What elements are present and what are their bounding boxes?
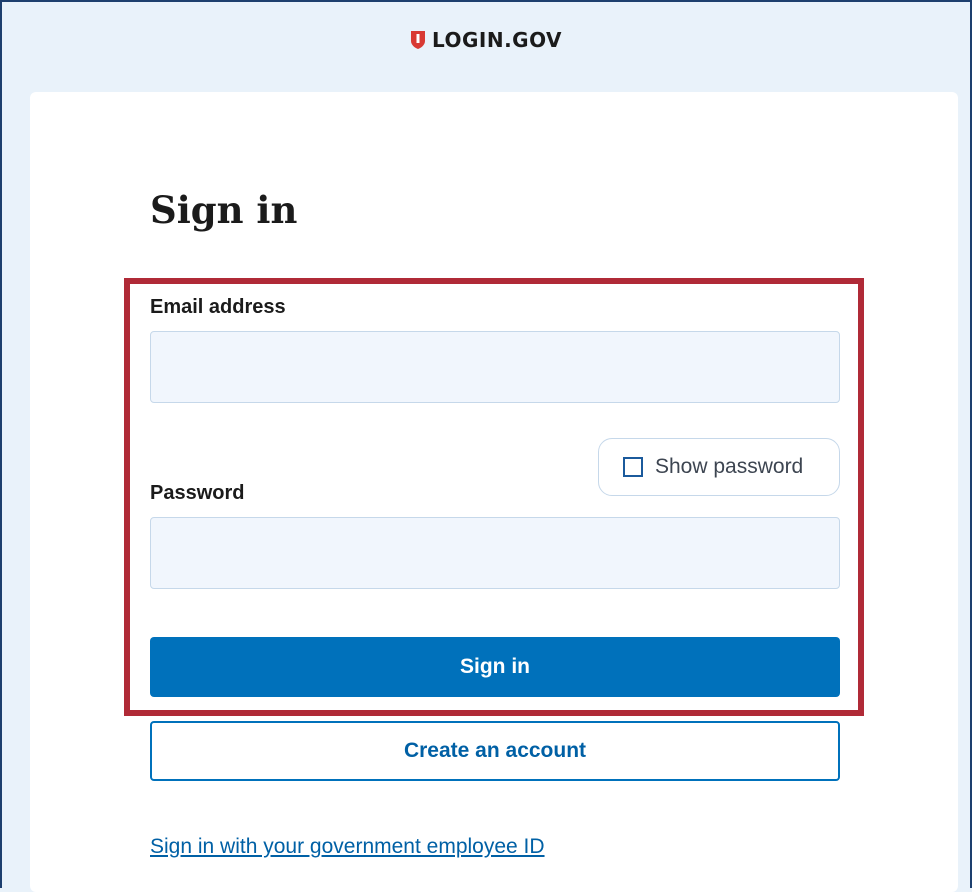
shield-icon xyxy=(410,30,426,50)
password-label: Password xyxy=(150,482,245,504)
show-password-label: Show password xyxy=(655,455,804,478)
show-password-checkbox[interactable] xyxy=(623,457,643,477)
create-account-button[interactable]: Create an account xyxy=(150,721,840,781)
page-title: Sign in xyxy=(150,188,298,232)
sign-in-button[interactable]: Sign in xyxy=(150,637,840,697)
logo[interactable]: LOGIN.GOV xyxy=(410,28,562,52)
site-header: LOGIN.GOV xyxy=(0,0,972,80)
gov-id-signin-link[interactable]: Sign in with your government employee ID xyxy=(150,835,545,859)
email-label: Email address xyxy=(150,296,286,318)
logo-text: LOGIN.GOV xyxy=(431,28,563,52)
show-password-toggle[interactable]: Show password xyxy=(598,438,840,496)
password-field[interactable] xyxy=(150,517,840,589)
email-field[interactable] xyxy=(150,331,840,403)
